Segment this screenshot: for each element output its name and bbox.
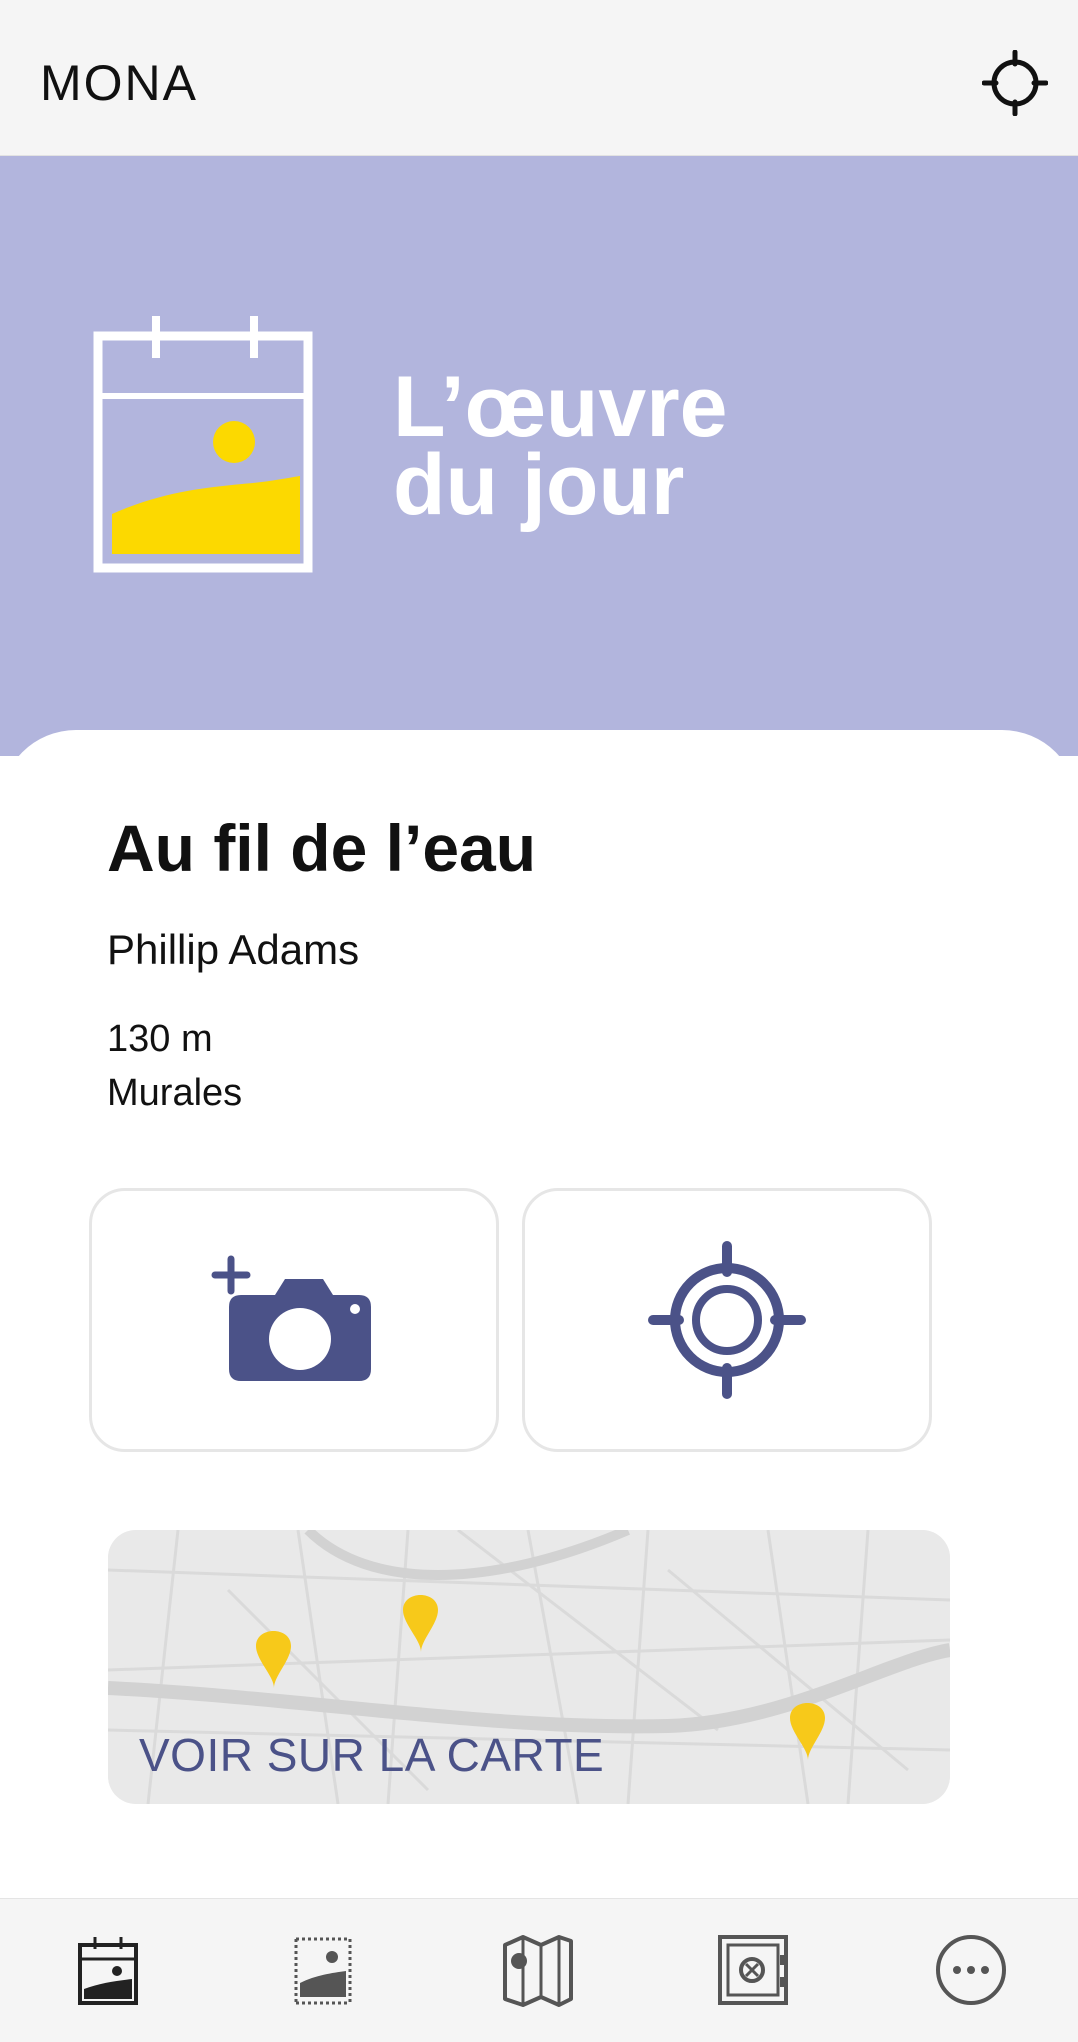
nav-badges-safe-icon[interactable] (710, 1927, 796, 2013)
add-photo-button[interactable] (89, 1188, 499, 1452)
app-title: MONA (40, 55, 198, 111)
target-icon (648, 1241, 806, 1399)
map-link-label: VOIR SUR LA CARTE (139, 1729, 605, 1781)
artist-name: Phillip Adams (107, 926, 360, 973)
hero-banner: L’œuvre du jour (0, 156, 1078, 756)
crosshair-icon[interactable] (981, 49, 1049, 117)
top-bar: MONA (0, 0, 1078, 156)
add-photo-camera-icon (211, 1255, 371, 1381)
map-preview-card[interactable]: VOIR SUR LA CARTE (108, 1530, 950, 1804)
nav-more-icon[interactable] (928, 1927, 1014, 2013)
hero-title-line2: du jour (393, 437, 685, 533)
artwork-category: Murales (107, 1072, 243, 1114)
calendar-artwork-icon (92, 314, 322, 574)
artwork-distance: 130 m (107, 1018, 213, 1060)
hero-title: L’œuvre du jour (393, 359, 728, 533)
nav-map-icon[interactable] (495, 1927, 581, 2013)
artwork-title: Au fil de l’eau (107, 811, 537, 885)
bottom-nav (0, 1898, 1078, 2042)
nav-artwork-of-day-icon[interactable] (65, 1927, 151, 2013)
hero-title-line1: L’œuvre (393, 359, 728, 455)
nav-collection-icon[interactable] (280, 1927, 366, 2013)
locate-artwork-button[interactable] (522, 1188, 932, 1452)
